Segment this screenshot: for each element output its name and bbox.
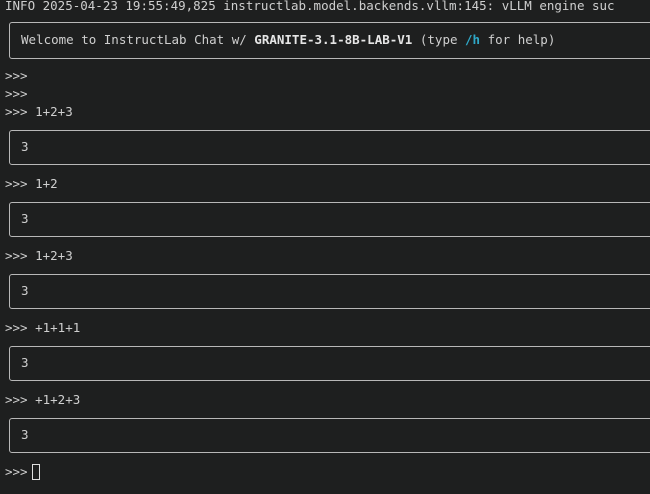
prompt-marker: >>> xyxy=(5,392,28,407)
response-box: 3 xyxy=(9,274,650,309)
response-box: 3 xyxy=(9,130,650,165)
prompt-input: +1+2+3 xyxy=(35,392,81,407)
prompt-line: >>> xyxy=(5,85,35,103)
log-line: INFO 2025-04-23 19:55:49,825 instructlab… xyxy=(5,0,615,13)
text-cursor[interactable] xyxy=(31,464,40,480)
welcome-suffix: for help) xyxy=(480,32,556,47)
prompt-input: 1+2+3 xyxy=(35,104,73,119)
response-box: 3 xyxy=(9,202,650,237)
terminal-window: INFO 2025-04-23 19:55:49,825 instructlab… xyxy=(0,0,650,494)
welcome-mid: (type xyxy=(412,32,466,47)
prompt-marker: >>> xyxy=(5,104,28,119)
response-box: 3 xyxy=(9,346,650,381)
response-text: 3 xyxy=(21,139,29,154)
help-command: /h xyxy=(465,32,481,47)
prompt-line: >>> 1+2+3 xyxy=(5,247,73,265)
response-text: 3 xyxy=(21,283,29,298)
prompt-line: >>> 1+2+3 xyxy=(5,103,73,121)
prompt-marker: >>> xyxy=(5,320,28,335)
response-text: 3 xyxy=(21,427,29,442)
prompt-marker: >>> xyxy=(5,68,28,83)
active-prompt-line[interactable]: >>> xyxy=(5,463,40,481)
model-name: GRANITE-3.1-8B-LAB-V1 xyxy=(254,32,413,47)
welcome-banner: Welcome to InstructLab Chat w/ GRANITE-3… xyxy=(9,22,650,59)
prompt-marker: >>> xyxy=(5,464,28,479)
prompt-marker: >>> xyxy=(5,176,28,191)
prompt-marker: >>> xyxy=(5,248,28,263)
prompt-line: >>> 1+2 xyxy=(5,175,58,193)
prompt-line: >>> xyxy=(5,67,35,85)
prompt-input: 1+2+3 xyxy=(35,248,73,263)
response-text: 3 xyxy=(21,355,29,370)
prompt-input: 1+2 xyxy=(35,176,58,191)
prompt-marker: >>> xyxy=(5,86,28,101)
prompt-line: >>> +1+2+3 xyxy=(5,391,80,409)
welcome-prefix: Welcome to InstructLab Chat w/ xyxy=(21,32,255,47)
prompt-line: >>> +1+1+1 xyxy=(5,319,80,337)
response-text: 3 xyxy=(21,211,29,226)
prompt-input: +1+1+1 xyxy=(35,320,81,335)
response-box: 3 xyxy=(9,418,650,453)
